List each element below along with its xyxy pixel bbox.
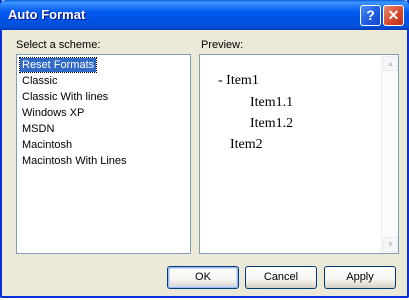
preview-scrollbar[interactable]: ▲ ▼ [381, 55, 398, 253]
scheme-item-reset-formats[interactable]: Reset Formats [18, 57, 98, 73]
scheme-label: Select a scheme: [16, 39, 101, 51]
scheme-list[interactable]: Reset Formats Classic Classic With lines… [16, 54, 191, 254]
scheme-item-classic[interactable]: Classic [20, 74, 59, 88]
tree-node-item2: Item2 [230, 137, 263, 152]
preview-pane: - Item1 Item1.1 Item1.2 Item2 ▲ ▼ [199, 54, 399, 254]
ok-button[interactable]: OK [167, 266, 239, 289]
title-bar[interactable]: Auto Format ? ✕ [0, 0, 409, 30]
help-button[interactable]: ? [360, 5, 381, 26]
apply-button[interactable]: Apply [324, 266, 396, 289]
scheme-item-macintosh-with-lines[interactable]: Macintosh With Lines [20, 154, 129, 168]
cancel-button[interactable]: Cancel [245, 266, 317, 289]
preview-label: Preview: [201, 39, 244, 51]
tree-node-item1-1: Item1.1 [250, 95, 294, 110]
scheme-item-windows-xp[interactable]: Windows XP [20, 106, 86, 120]
help-icon: ? [366, 7, 375, 23]
close-button[interactable]: ✕ [383, 5, 404, 26]
scroll-up-icon[interactable]: ▲ [383, 56, 398, 71]
auto-format-dialog: Auto Format ? ✕ Select a scheme: Reset F… [0, 0, 409, 298]
scheme-item-classic-with-lines[interactable]: Classic With lines [20, 90, 110, 104]
tree-node-item1-2: Item1.2 [250, 116, 294, 131]
close-icon: ✕ [387, 7, 400, 23]
tree-node-item1: - Item1 [218, 73, 259, 88]
scheme-item-macintosh[interactable]: Macintosh [20, 138, 74, 152]
window-title: Auto Format [8, 7, 86, 22]
scheme-item-msdn[interactable]: MSDN [20, 122, 56, 136]
scroll-down-icon[interactable]: ▼ [383, 237, 398, 252]
